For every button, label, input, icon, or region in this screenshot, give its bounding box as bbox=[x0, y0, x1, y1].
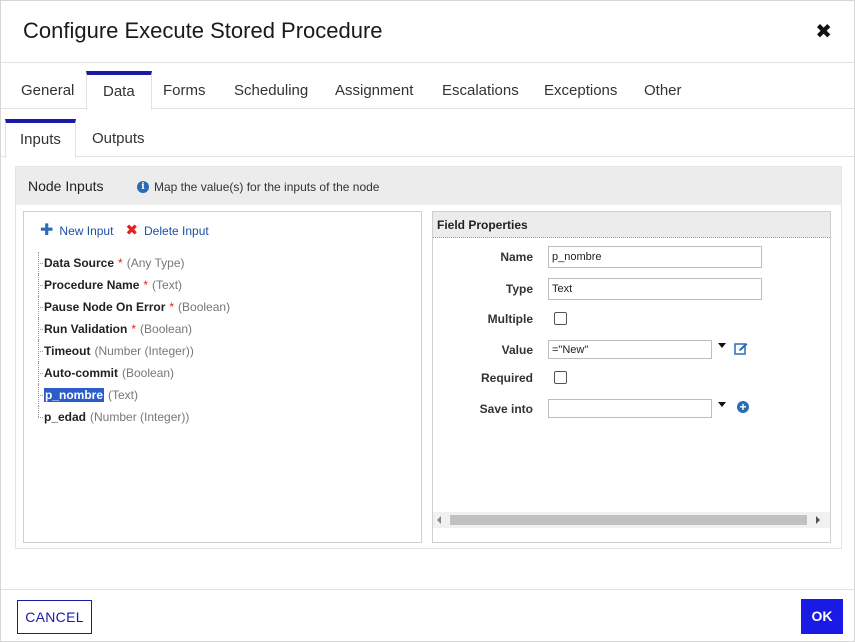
multiple-checkbox[interactable] bbox=[554, 312, 567, 325]
tab-forms[interactable]: Forms bbox=[147, 71, 222, 109]
subtab-outputs[interactable]: Outputs bbox=[78, 119, 159, 157]
tree-item-data-source[interactable]: Data Source * (Any Type) bbox=[38, 252, 230, 274]
required-row: Required bbox=[433, 367, 830, 391]
save-into-dropdown-icon[interactable] bbox=[718, 402, 726, 407]
configure-dialog: Configure Execute Stored Procedure ✖ Gen… bbox=[0, 0, 855, 642]
node-inputs-info-text: Map the value(s) for the inputs of the n… bbox=[154, 180, 380, 194]
new-input-button[interactable]: ✚ New Input bbox=[40, 222, 114, 239]
ok-button[interactable]: OK bbox=[801, 599, 843, 634]
tree-item-type: (Boolean) bbox=[122, 366, 175, 380]
tree-item-procedure-name[interactable]: Procedure Name * (Text) bbox=[38, 274, 230, 296]
node-inputs-info: i Map the value(s) for the inputs of the… bbox=[137, 180, 379, 194]
tab-assignment[interactable]: Assignment bbox=[319, 71, 429, 109]
required-marker: * bbox=[169, 300, 175, 314]
field-properties-title: Field Properties bbox=[433, 212, 830, 238]
delete-x-icon: ✖ bbox=[125, 222, 139, 239]
tree-item-name: p_edad bbox=[44, 410, 87, 424]
node-inputs-header: Node Inputs i Map the value(s) for the i… bbox=[16, 167, 841, 205]
tree-item-auto-commit[interactable]: Auto-commit (Boolean) bbox=[38, 362, 230, 384]
tree-item-type: (Number (Integer)) bbox=[94, 344, 194, 358]
sub-tabs: Inputs Outputs bbox=[1, 119, 854, 158]
type-field[interactable] bbox=[548, 278, 762, 300]
tree-item-type: (Boolean) bbox=[140, 322, 193, 336]
required-label: Required bbox=[480, 371, 533, 385]
tree-item-timeout[interactable]: Timeout (Number (Integer)) bbox=[38, 340, 230, 362]
name-row: Name bbox=[433, 246, 830, 270]
multiple-row: Multiple bbox=[433, 308, 830, 332]
name-field[interactable] bbox=[548, 246, 762, 268]
tree-item-run-validation[interactable]: Run Validation * (Boolean) bbox=[38, 318, 230, 340]
tree-actions: ✚ New Input ✖ Delete Input bbox=[40, 222, 221, 239]
subtab-inputs[interactable]: Inputs bbox=[5, 119, 76, 158]
tree-item-type: (Number (Integer)) bbox=[90, 410, 190, 424]
plus-icon: ✚ bbox=[40, 222, 54, 239]
inputs-tree-box: ✚ New Input ✖ Delete Input Data Source *… bbox=[23, 211, 422, 543]
save-into-field[interactable] bbox=[548, 399, 712, 418]
value-dropdown-icon[interactable] bbox=[718, 343, 726, 348]
info-icon: i bbox=[137, 181, 149, 193]
new-input-label: New Input bbox=[59, 224, 114, 238]
multiple-label: Multiple bbox=[487, 312, 533, 326]
dialog-titlebar: Configure Execute Stored Procedure ✖ bbox=[1, 1, 854, 63]
add-variable-icon[interactable]: + bbox=[737, 401, 749, 413]
required-marker: * bbox=[143, 278, 149, 292]
tree-item-type: (Text) bbox=[108, 388, 139, 402]
horizontal-scrollbar[interactable] bbox=[433, 512, 830, 528]
tab-scheduling[interactable]: Scheduling bbox=[218, 71, 324, 109]
tree-item-name: Auto-commit bbox=[44, 366, 118, 380]
delete-input-label: Delete Input bbox=[144, 224, 209, 238]
type-row: Type bbox=[433, 278, 830, 302]
tree-item-name: Run Validation bbox=[44, 322, 128, 336]
value-field[interactable] bbox=[548, 340, 712, 359]
edit-expression-icon[interactable] bbox=[734, 342, 748, 355]
main-tabs: General Data Forms Scheduling Assignment… bbox=[1, 71, 854, 110]
dialog-title: Configure Execute Stored Procedure bbox=[23, 18, 383, 43]
tree-item-name: Data Source bbox=[44, 256, 115, 270]
value-label: Value bbox=[501, 343, 533, 357]
node-inputs-panel: Node Inputs i Map the value(s) for the i… bbox=[15, 166, 842, 549]
tab-other[interactable]: Other bbox=[628, 71, 698, 109]
tab-data[interactable]: Data bbox=[86, 71, 152, 110]
tree-item-p-nombre[interactable]: p_nombre (Text) bbox=[38, 384, 230, 406]
tree-item-type: (Any Type) bbox=[126, 256, 185, 270]
tree-item-type: (Boolean) bbox=[178, 300, 231, 314]
delete-input-button[interactable]: ✖ Delete Input bbox=[125, 222, 209, 239]
inputs-tree: Data Source * (Any Type) Procedure Name … bbox=[38, 252, 230, 428]
scroll-thumb[interactable] bbox=[450, 515, 807, 525]
dialog-footer: CANCEL OK bbox=[1, 589, 854, 641]
close-icon[interactable]: ✖ bbox=[815, 19, 832, 44]
tree-item-name: Pause Node On Error bbox=[44, 300, 166, 314]
tree-item-type: (Text) bbox=[152, 278, 183, 292]
required-checkbox[interactable] bbox=[554, 371, 567, 384]
scroll-left-icon[interactable] bbox=[437, 516, 441, 524]
tab-general[interactable]: General bbox=[5, 71, 90, 109]
required-marker: * bbox=[118, 256, 123, 270]
tree-item-pause-node-on-error[interactable]: Pause Node On Error * (Boolean) bbox=[38, 296, 230, 318]
value-row: Value bbox=[433, 339, 830, 363]
cancel-button[interactable]: CANCEL bbox=[17, 600, 92, 634]
tab-escalations[interactable]: Escalations bbox=[426, 71, 535, 109]
node-inputs-title: Node Inputs bbox=[28, 178, 104, 194]
save-into-row: Save into + bbox=[433, 398, 830, 422]
field-properties-panel: Field Properties Name Type Multiple Valu… bbox=[432, 211, 831, 543]
name-label: Name bbox=[500, 250, 533, 264]
tab-exceptions[interactable]: Exceptions bbox=[528, 71, 633, 109]
tree-item-name: Procedure Name bbox=[44, 278, 140, 292]
tree-item-name-selected: p_nombre bbox=[44, 388, 105, 402]
scroll-right-icon[interactable] bbox=[816, 516, 820, 524]
save-into-label: Save into bbox=[479, 402, 533, 416]
tree-item-name: Timeout bbox=[44, 344, 91, 358]
required-marker: * bbox=[131, 322, 137, 336]
tree-item-p-edad[interactable]: p_edad (Number (Integer)) bbox=[38, 406, 230, 428]
type-label: Type bbox=[505, 282, 533, 296]
